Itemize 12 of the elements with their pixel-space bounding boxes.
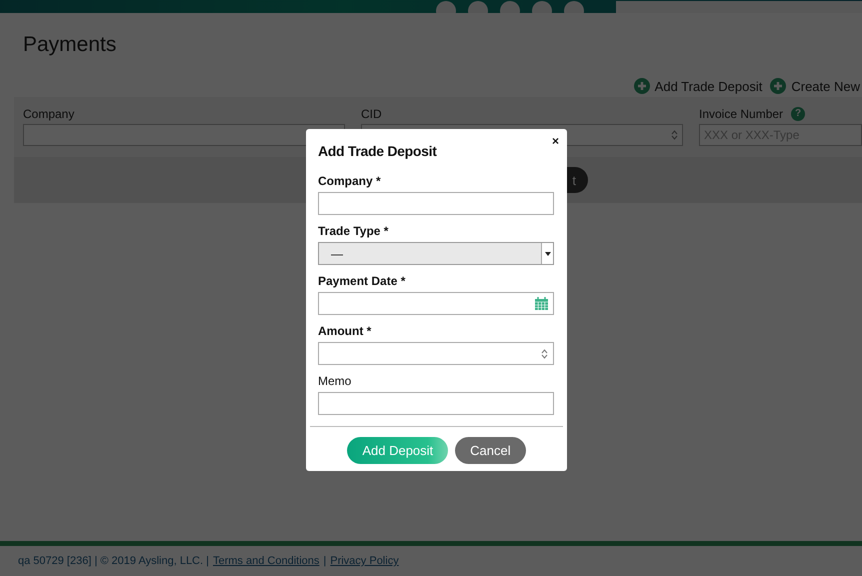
footer-text: qa 50729 [236] | © 2019 Aysling, LLC. | <box>18 555 209 567</box>
field-label: Invoice Number <box>699 107 784 121</box>
field-label: Trade Type * <box>318 224 390 239</box>
page-title: Payments <box>23 33 118 58</box>
field-label: Amount * <box>318 324 372 339</box>
field-label: Company * <box>318 174 382 189</box>
field-label: Payment Date * <box>318 274 406 289</box>
footer-separator: | <box>323 555 326 567</box>
field-label: Company <box>23 107 74 121</box>
field-label: CID <box>361 107 382 121</box>
modal-title: Add Trade Deposit <box>318 143 438 161</box>
field-label: Memo <box>318 374 352 389</box>
